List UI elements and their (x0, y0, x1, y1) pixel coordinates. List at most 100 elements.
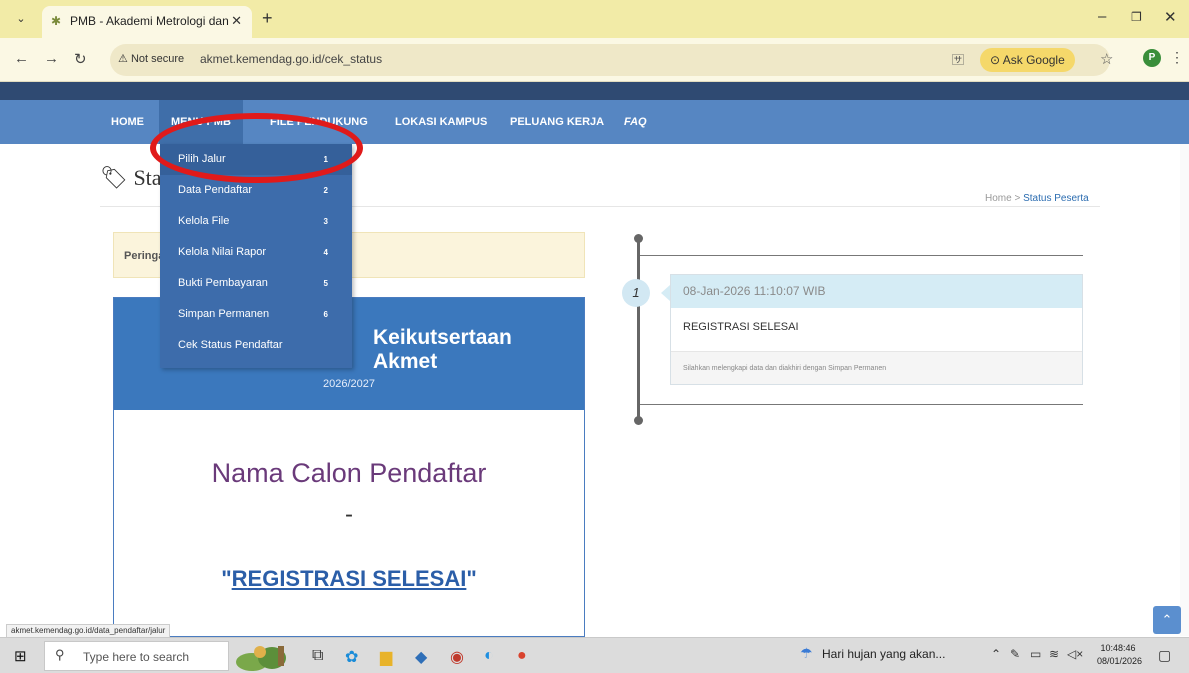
menu-item-number: 2 (323, 186, 328, 195)
chrome-profile-icon[interactable]: ● (517, 647, 527, 665)
academic-year: 2026/2027 (323, 378, 375, 390)
browser-toolbar: ← → ↻ ⚠ Not secure akmet.kemendag.go.id/… (0, 38, 1189, 82)
menu-item-kelola-file[interactable]: Kelola File 3 (160, 206, 352, 237)
timeline-step-number: 1 (622, 279, 650, 307)
candidate-name: Nama Calon Pendaftar (211, 458, 487, 488)
profile-avatar[interactable]: P (1143, 49, 1161, 67)
ticket-icon: 🏷 (100, 165, 128, 190)
status-open-quote: " (221, 566, 232, 591)
chrome-icon[interactable]: ◉ (450, 647, 464, 667)
search-icon: ⚲ (55, 647, 65, 662)
bookmark-star-icon[interactable]: ☆ (1100, 50, 1113, 68)
timeline-start-dot (634, 234, 643, 243)
registration-status[interactable]: "REGISTRASI SELESAI" (114, 566, 584, 592)
menu-item-cek-status-pendaftar[interactable]: Cek Status Pendaftar (160, 330, 352, 361)
menu-item-bukti-pembayaran[interactable]: Bukti Pembayaran 5 (160, 268, 352, 299)
nav-peluang-kerja[interactable]: PELUANG KERJA (510, 100, 604, 144)
url-text[interactable]: akmet.kemendag.go.id/cek_status (200, 52, 382, 66)
card-title-line1: Keikutsertaan (373, 326, 512, 349)
nav-home[interactable]: HOME (111, 100, 144, 144)
ask-google-button[interactable]: ⊙ Ask Google (980, 48, 1075, 72)
search-placeholder: Type here to search (83, 650, 190, 664)
restore-icon[interactable]: ❐ (1131, 10, 1142, 24)
browser-tab-active[interactable]: ✱ PMB - Akademi Metrologi dan ✕ (42, 6, 252, 38)
card-title-line2: Akmet (373, 350, 438, 373)
chevron-up-icon: ⌃ (1161, 612, 1173, 627)
pen-icon[interactable]: ✎ (1010, 647, 1020, 661)
tab-close-icon[interactable]: ✕ (231, 6, 242, 36)
menu-item-label: Kelola Nilai Rapor (178, 246, 267, 258)
weather-text: Hari hujan yang akan... (822, 647, 946, 661)
volume-muted-icon[interactable]: ◁× (1067, 647, 1083, 661)
address-bar[interactable]: ⚠ Not secure akmet.kemendag.go.id/cek_st… (110, 44, 1113, 76)
menu-item-label: Bukti Pembayaran (178, 277, 268, 289)
battery-icon[interactable]: ▭ (1030, 647, 1041, 661)
taskbar-clock[interactable]: 10:48:46 08/01/2026 (1097, 642, 1143, 668)
status-close-quote: " (466, 566, 477, 591)
warning-triangle-icon: ⚠ (118, 53, 128, 65)
breadcrumb-current: Status Peserta (1023, 193, 1089, 204)
tray-chevron-up-icon[interactable]: ⌃ (991, 647, 1001, 661)
menu-item-number: 6 (323, 310, 328, 319)
status-text[interactable]: REGISTRASI SELESAI (232, 566, 467, 591)
edge-icon[interactable]: ◐ (484, 647, 494, 665)
breadcrumb-home[interactable]: Home (985, 193, 1012, 204)
menu-item-label: Kelola File (178, 215, 230, 227)
site-favicon-icon: ✱ (51, 14, 62, 28)
site-top-band (0, 82, 1189, 100)
close-window-icon[interactable]: ✕ (1164, 8, 1177, 26)
task-view-icon[interactable]: ⧉ (312, 647, 323, 665)
ask-google-label: Ask Google (1002, 53, 1065, 67)
timeline-line (637, 238, 640, 420)
tab-search-dropdown-icon[interactable]: ⌄ (10, 10, 32, 28)
umbrella-icon: ☂ (800, 645, 813, 661)
browser-menu-icon[interactable]: ⋮ (1170, 49, 1184, 66)
timeline-bottom-rule (640, 404, 1083, 405)
security-label: Not secure (130, 53, 185, 65)
store-icon[interactable]: ◆ (415, 647, 427, 667)
new-tab-button[interactable]: + (262, 8, 273, 29)
breadcrumb: Home > Status Peserta (985, 193, 1089, 204)
file-explorer-icon[interactable]: ▆ (380, 647, 392, 667)
back-arrow-icon[interactable]: ← (14, 50, 29, 67)
notification-icon[interactable]: ▢ (1158, 647, 1171, 664)
timeline-top-rule (640, 255, 1083, 256)
timeline-message: REGISTRASI SELESAI (683, 321, 799, 333)
menu-item-number: 3 (323, 217, 328, 226)
windows-taskbar: ⊞ ⚲ Type here to search ⧉ ✿ ▆ ◆ ◉ ◐ ● ☂ … (0, 637, 1189, 673)
menu-item-simpan-permanen[interactable]: Simpan Permanen 6 (160, 299, 352, 330)
menu-item-number: 5 (323, 279, 328, 288)
menu-item-number: 4 (323, 248, 328, 257)
page-scrollbar[interactable] (1180, 144, 1189, 636)
copilot-icon[interactable]: ✿ (345, 647, 358, 667)
taskbar-search-box[interactable]: ⚲ Type here to search (44, 641, 229, 671)
menu-item-label: Cek Status Pendaftar (178, 339, 283, 351)
red-highlight-annotation (150, 113, 363, 183)
tab-title: PMB - Akademi Metrologi dan (70, 14, 229, 28)
translate-icon[interactable]: 🈂 (952, 51, 964, 68)
clock-time: 10:48:46 (1100, 643, 1136, 653)
forward-arrow-icon[interactable]: → (44, 50, 59, 67)
minimize-icon[interactable]: – (1098, 8, 1106, 25)
browser-tabstrip: ⌄ ✱ PMB - Akademi Metrologi dan ✕ + – ❐ … (0, 0, 1189, 38)
scroll-to-top-button[interactable]: ⌃ (1153, 606, 1181, 634)
nav-lokasi-kampus[interactable]: LOKASI KAMPUS (395, 100, 487, 144)
breadcrumb-separator: > (1011, 193, 1024, 204)
timeline-entry: 08-Jan-2026 11:10:07 WIB REGISTRASI SELE… (670, 274, 1083, 385)
security-indicator[interactable]: ⚠ Not secure (118, 52, 184, 65)
separator-dash: - (345, 501, 353, 528)
timeline-pointer (661, 285, 670, 301)
windows-start-icon[interactable]: ⊞ (14, 647, 27, 665)
timeline-note: Silahkan melengkapi data dan diakhiri de… (671, 351, 1082, 384)
nav-faq[interactable]: FAQ (624, 100, 647, 144)
menu-item-kelola-nilai-rapor[interactable]: Kelola Nilai Rapor 4 (160, 237, 352, 268)
link-hover-status: akmet.kemendag.go.id/data_pendaftar/jalu… (6, 624, 171, 638)
search-highlight-illustration (236, 646, 286, 671)
reload-icon[interactable]: ↻ (74, 50, 87, 68)
timeline-timestamp: 08-Jan-2026 11:10:07 WIB (671, 275, 1082, 308)
timeline-end-dot (634, 416, 643, 425)
weather-widget[interactable]: ☂ Hari hujan yang akan... (800, 645, 946, 661)
network-icon[interactable]: ≋ (1049, 647, 1059, 661)
clock-date: 08/01/2026 (1097, 656, 1143, 666)
menu-item-label: Data Pendaftar (178, 184, 252, 196)
